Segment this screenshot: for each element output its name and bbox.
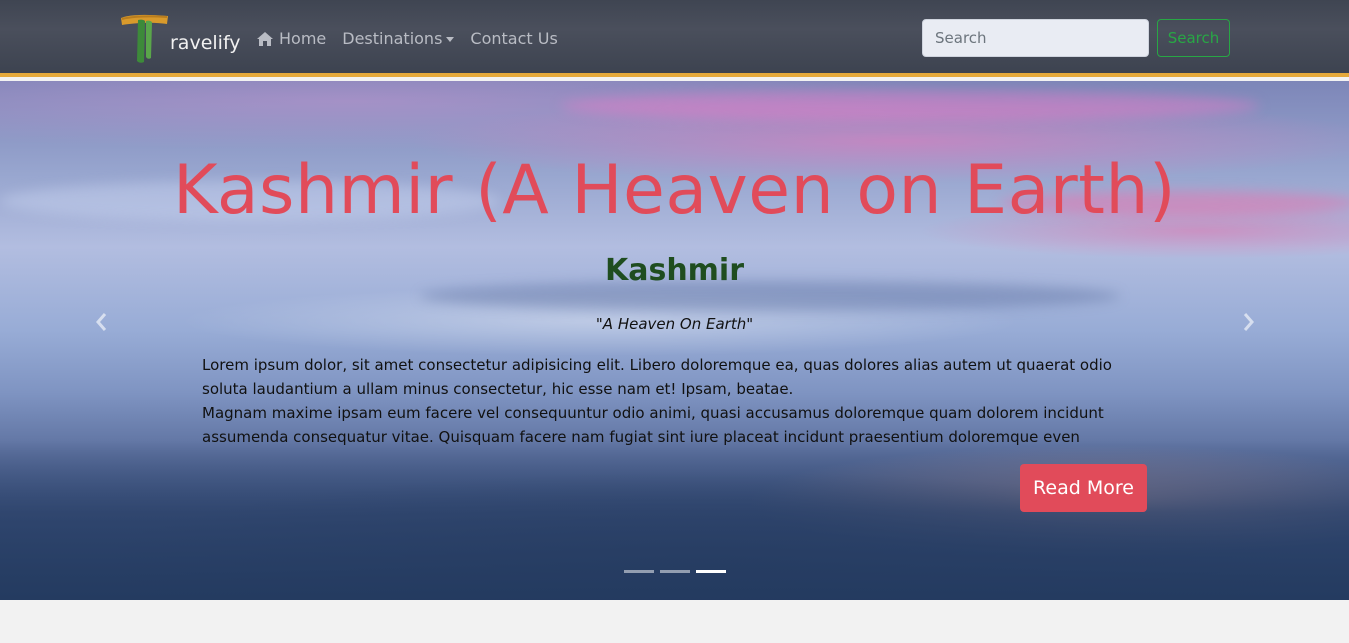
hero-subtitle: Kashmir <box>604 253 745 288</box>
sky-streak <box>560 91 1260 121</box>
search-button[interactable]: Search <box>1157 19 1230 57</box>
carousel-indicators <box>624 570 732 573</box>
brand[interactable]: ravelify <box>118 12 241 66</box>
home-icon <box>256 31 274 47</box>
nav-contact-label: Contact Us <box>470 29 558 48</box>
carousel-indicator-2[interactable] <box>660 570 690 573</box>
read-more-button[interactable]: Read More <box>1020 464 1147 512</box>
nav-home-label: Home <box>279 29 327 48</box>
carousel-indicator-1[interactable] <box>624 570 654 573</box>
nav-destinations-label: Destinations <box>342 29 443 48</box>
carousel-indicator-3[interactable] <box>696 570 726 573</box>
hero-quote: "A Heaven On Earth" <box>595 315 754 333</box>
hero-paragraph-1: Lorem ipsum dolor, sit amet consectetur … <box>202 356 1112 398</box>
hero-title: Kashmir (A Heaven on Earth) <box>172 151 1177 230</box>
hero-paragraph-2: Magnam maxime ipsam eum facere vel conse… <box>202 404 1104 446</box>
brand-text: ravelify <box>170 32 241 54</box>
nav-destinations-dropdown[interactable]: Destinations <box>342 29 455 48</box>
caret-down-icon <box>446 37 455 42</box>
navbar: ravelify Home Destinations Contact Us Se… <box>0 0 1349 77</box>
carousel-next-icon[interactable] <box>1238 311 1258 333</box>
hero-carousel: Kashmir (A Heaven on Earth) Kashmir "A H… <box>0 81 1349 600</box>
nav-links: Home Destinations Contact Us <box>256 29 574 48</box>
hero-description: Lorem ipsum dolor, sit amet consectetur … <box>202 353 1152 449</box>
search-input[interactable] <box>922 19 1149 57</box>
cloud-band <box>0 440 1349 600</box>
brand-logo-icon <box>118 12 170 66</box>
nav-contact[interactable]: Contact Us <box>470 29 557 48</box>
carousel-prev-icon[interactable] <box>92 311 112 333</box>
nav-home[interactable]: Home <box>256 29 326 48</box>
